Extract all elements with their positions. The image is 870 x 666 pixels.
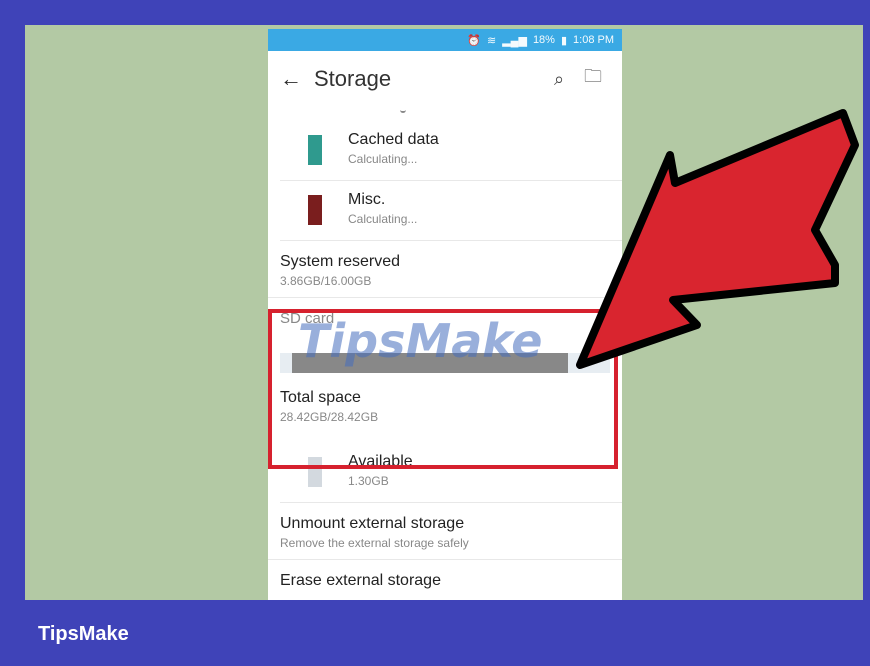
pointer-arrow-icon xyxy=(576,109,859,369)
footer-brand: TipsMake xyxy=(38,623,129,645)
image-frame: ⏰ ≋ ▂▄▆ 18% ▮ 1:08 PM ← Storage ⌕ 🗀 Cach… xyxy=(25,25,863,600)
